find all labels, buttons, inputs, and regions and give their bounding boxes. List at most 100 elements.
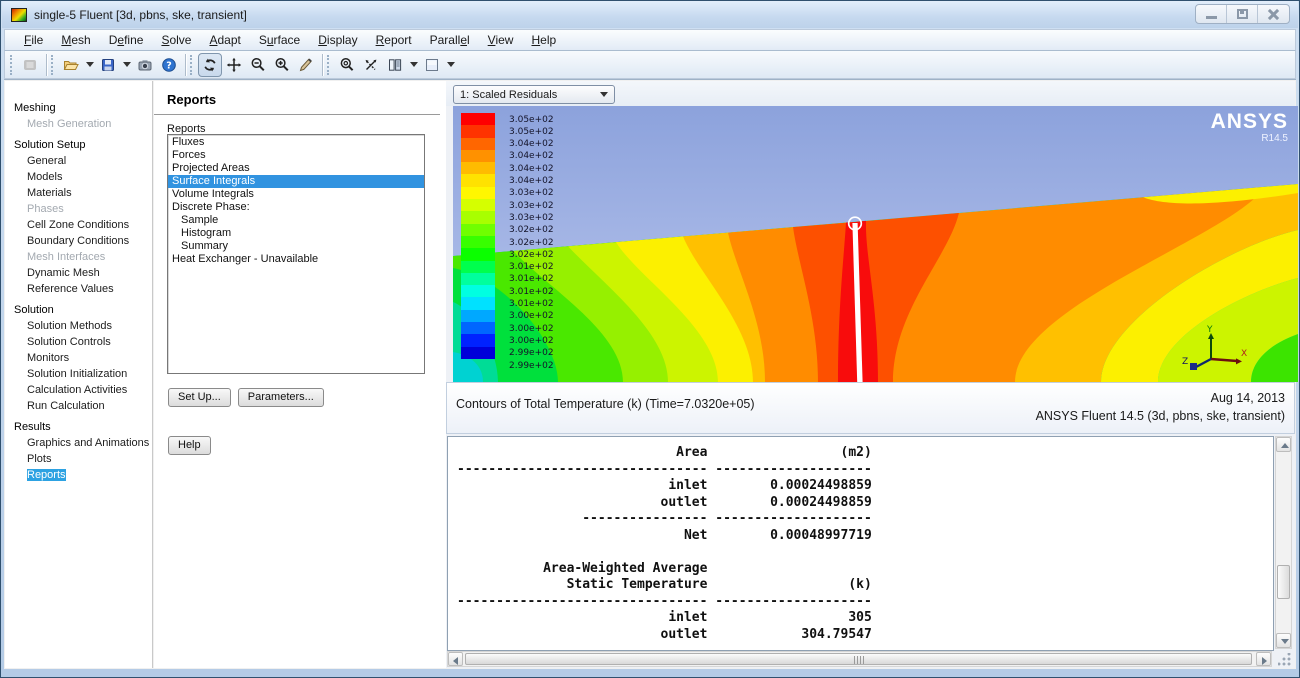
tree-item-reference-values[interactable]: Reference Values [5, 281, 152, 297]
tree-item-solution-controls[interactable]: Solution Controls [5, 334, 152, 350]
console-horizontal-scrollbar[interactable] [447, 651, 1272, 667]
tree-section-solution[interactable]: Solution [5, 302, 152, 318]
arrange-layout-dropdown[interactable] [407, 53, 420, 77]
thumb-grip-icon [854, 656, 864, 664]
menu-item-surface[interactable]: Surface [250, 30, 309, 50]
tree-item-materials[interactable]: Materials [5, 185, 152, 201]
menu-item-view[interactable]: View [479, 30, 523, 50]
console-panel: Area (m2) ------------------------------… [447, 436, 1294, 667]
colorbar-cell [461, 162, 495, 174]
colorbar-cell [461, 297, 495, 309]
scene-background-dropdown[interactable] [444, 53, 457, 77]
colorbar-label: 3.04e+02 [509, 139, 554, 149]
help-button[interactable]: Help [168, 436, 211, 455]
menu-item-define[interactable]: Define [100, 30, 153, 50]
scroll-down-button[interactable] [1276, 633, 1291, 648]
close-button[interactable] [1258, 5, 1289, 23]
panel-title: Reports [154, 81, 440, 115]
titlebar[interactable]: single-5 Fluent [3d, pbns, ske, transien… [2, 1, 1298, 28]
orient-axes-button[interactable] [359, 53, 383, 77]
scene-background-button[interactable] [420, 53, 444, 77]
tree-section-results[interactable]: Results [5, 419, 152, 435]
menu-item-help[interactable]: Help [522, 30, 565, 50]
console-vertical-scrollbar[interactable] [1275, 436, 1292, 649]
tree-item-run-calculation[interactable]: Run Calculation [5, 398, 152, 414]
tree-item-boundary-conditions[interactable]: Boundary Conditions [5, 233, 152, 249]
parameters-button[interactable]: Parameters... [238, 388, 324, 407]
report-list-item-forces[interactable]: Forces [168, 149, 424, 162]
menu-item-parallel[interactable]: Parallel [421, 30, 479, 50]
menu-item-adapt[interactable]: Adapt [200, 30, 249, 50]
set-up-button[interactable]: Set Up... [168, 388, 231, 407]
report-list-item-volume-integrals[interactable]: Volume Integrals [168, 188, 424, 201]
snapshot-button[interactable] [133, 53, 157, 77]
rotate-view-button[interactable] [198, 53, 222, 77]
report-list-item-summary[interactable]: Summary [168, 240, 424, 253]
tree-item-cell-zone-conditions[interactable]: Cell Zone Conditions [5, 217, 152, 233]
save-dropdown[interactable] [120, 53, 133, 77]
graphics-window-selector[interactable]: 1: Scaled Residuals [453, 85, 615, 104]
maximize-button[interactable] [1227, 5, 1258, 23]
tree-item-reports[interactable]: Reports [5, 467, 152, 483]
toolbar-drag-handle[interactable] [51, 55, 55, 75]
tree-item-solution-initialization[interactable]: Solution Initialization [5, 366, 152, 382]
resize-grip[interactable] [1278, 653, 1292, 667]
tree-item-calculation-activities[interactable]: Calculation Activities [5, 382, 152, 398]
arrange-layout-button[interactable] [383, 53, 407, 77]
tree-section-meshing[interactable]: Meshing [5, 100, 152, 116]
colorbar-legend [461, 113, 495, 359]
scroll-right-button[interactable] [1256, 652, 1271, 666]
menu-item-file[interactable]: File [15, 30, 52, 50]
horizontal-scroll-thumb[interactable] [465, 653, 1252, 665]
colorbar-cell [461, 125, 495, 137]
menu-item-solve[interactable]: Solve [152, 30, 200, 50]
report-list-item-fluxes[interactable]: Fluxes [168, 136, 424, 149]
dropdown-arrow-icon[interactable] [600, 92, 608, 97]
help-toolbar-button[interactable]: ? [157, 53, 181, 77]
open-file-button[interactable] [59, 53, 83, 77]
tree-section-solution-setup[interactable]: Solution Setup [5, 137, 152, 153]
tree-item-solution-methods[interactable]: Solution Methods [5, 318, 152, 334]
graphics-viewport[interactable]: Y X Z 3.05e+023.05e+023.04e+023.04e+023.… [453, 106, 1298, 382]
ansys-logo-text: ANSYS [1211, 111, 1288, 133]
zoom-in-button[interactable] [270, 53, 294, 77]
tree-item-monitors[interactable]: Monitors [5, 350, 152, 366]
minimize-button[interactable] [1196, 5, 1227, 23]
axes-icon [363, 57, 379, 73]
report-list-item-projected-areas[interactable]: Projected Areas [168, 162, 424, 175]
pan-button[interactable] [222, 53, 246, 77]
report-list-item-histogram[interactable]: Histogram [168, 227, 424, 240]
report-list-item-discrete-phase[interactable]: Discrete Phase: [168, 201, 424, 214]
menu-item-report[interactable]: Report [367, 30, 421, 50]
tree-item-general[interactable]: General [5, 153, 152, 169]
colorbar-cell [461, 236, 495, 248]
tree-item-graphics-and-animations[interactable]: Graphics and Animations [5, 435, 152, 451]
save-case-button[interactable] [96, 53, 120, 77]
menu-item-display[interactable]: Display [309, 30, 366, 50]
open-file-dropdown[interactable] [83, 53, 96, 77]
toolbar-drag-handle[interactable] [190, 55, 194, 75]
toolbar-drag-handle[interactable] [327, 55, 331, 75]
console-text-area[interactable]: Area (m2) ------------------------------… [447, 436, 1274, 651]
zoom-window-button[interactable] [335, 53, 359, 77]
reports-listbox[interactable]: FluxesForcesProjected AreasSurface Integ… [167, 134, 425, 374]
report-list-item-heat-exchanger-unavailable[interactable]: Heat Exchanger - Unavailable [168, 253, 424, 266]
vertical-scroll-thumb[interactable] [1277, 565, 1290, 599]
menu-item-mesh[interactable]: Mesh [52, 30, 99, 50]
toolbar-drag-handle[interactable] [10, 55, 14, 75]
tree-item-dynamic-mesh[interactable]: Dynamic Mesh [5, 265, 152, 281]
report-list-item-surface-integrals[interactable]: Surface Integrals [168, 175, 424, 188]
tree-item-mesh-interfaces: Mesh Interfaces [5, 249, 152, 265]
tree-item-models[interactable]: Models [5, 169, 152, 185]
dropdown-arrow-icon [410, 62, 418, 67]
scroll-up-button[interactable] [1276, 437, 1291, 452]
colorbar-label: 3.01e+02 [509, 287, 554, 297]
zoom-out-button[interactable] [246, 53, 270, 77]
tree-item-plots[interactable]: Plots [5, 451, 152, 467]
colorbar-label: 3.01e+02 [509, 274, 554, 284]
probe-button[interactable] [294, 53, 318, 77]
layout-panels-icon [387, 57, 403, 73]
scroll-left-button[interactable] [448, 652, 463, 666]
tree-item-mesh-generation: Mesh Generation [5, 116, 152, 132]
report-list-item-sample[interactable]: Sample [168, 214, 424, 227]
